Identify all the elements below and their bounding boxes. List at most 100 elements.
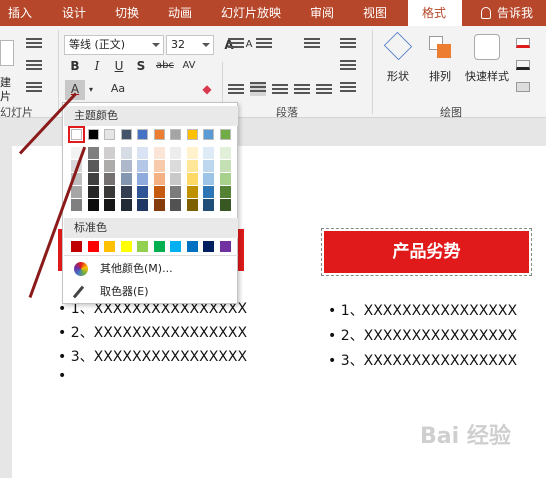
- theme-color-swatch[interactable]: [87, 129, 99, 140]
- theme-color-swatch[interactable]: [170, 129, 181, 140]
- theme-shade-swatch[interactable]: [219, 173, 231, 185]
- theme-shade-swatch[interactable]: [153, 199, 165, 211]
- theme-shade-swatch[interactable]: [203, 160, 214, 172]
- theme-shade-swatch[interactable]: [87, 186, 99, 198]
- standard-color-swatch[interactable]: [203, 241, 214, 252]
- theme-shade-swatch[interactable]: [186, 147, 198, 159]
- right-bullet-1[interactable]: • 1、XXXXXXXXXXXXXXXX: [328, 300, 517, 320]
- theme-color-swatch[interactable]: [137, 129, 148, 140]
- tab-view[interactable]: 视图: [363, 0, 387, 26]
- theme-shade-swatch[interactable]: [219, 160, 231, 172]
- right-bullet-2[interactable]: • 2、XXXXXXXXXXXXXXXX: [328, 325, 517, 345]
- theme-shade-swatch[interactable]: [186, 199, 198, 211]
- shape-fill-icon[interactable]: [516, 38, 530, 48]
- reset-icon[interactable]: [26, 60, 42, 74]
- eyedropper-item[interactable]: 取色器(E): [64, 281, 238, 303]
- font-size-combo[interactable]: 32: [166, 35, 214, 55]
- theme-shade-swatch[interactable]: [186, 173, 198, 185]
- smartart-icon[interactable]: [340, 82, 356, 96]
- theme-shade-swatch[interactable]: [87, 160, 99, 172]
- theme-color-swatch[interactable]: [153, 129, 165, 140]
- tab-animations[interactable]: 动画: [168, 0, 192, 26]
- underline-button[interactable]: U: [110, 57, 128, 75]
- shadow-button[interactable]: S: [132, 57, 150, 75]
- standard-color-swatch[interactable]: [71, 241, 82, 252]
- italic-button[interactable]: I: [88, 57, 106, 75]
- align-right-icon[interactable]: [272, 84, 288, 98]
- bold-button[interactable]: B: [66, 57, 84, 75]
- theme-color-swatch[interactable]: [104, 129, 115, 140]
- theme-shade-swatch[interactable]: [120, 147, 132, 159]
- left-bullet-2[interactable]: • 2、XXXXXXXXXXXXXXXX: [58, 322, 247, 342]
- font-name-combo[interactable]: 等线 (正文): [64, 35, 164, 55]
- theme-shade-swatch[interactable]: [104, 173, 115, 185]
- tab-format[interactable]: 格式: [408, 0, 462, 26]
- theme-shade-swatch[interactable]: [170, 173, 181, 185]
- theme-color-swatch[interactable]: [186, 129, 198, 140]
- theme-color-swatch[interactable]: [120, 129, 132, 140]
- theme-shade-swatch[interactable]: [104, 160, 115, 172]
- shapes-button[interactable]: 形状: [380, 31, 416, 84]
- left-bullet-4[interactable]: •: [58, 368, 66, 384]
- theme-color-swatch[interactable]: [68, 126, 85, 143]
- line-spacing-icon[interactable]: [304, 38, 320, 52]
- standard-color-swatch[interactable]: [186, 241, 198, 252]
- theme-shade-swatch[interactable]: [137, 186, 148, 198]
- tab-insert[interactable]: 插入: [8, 0, 32, 26]
- standard-color-swatch[interactable]: [170, 241, 181, 252]
- tab-transitions[interactable]: 切换: [115, 0, 139, 26]
- more-colors-item[interactable]: 其他颜色(M)...: [64, 258, 238, 280]
- theme-shade-swatch[interactable]: [186, 160, 198, 172]
- theme-shade-swatch[interactable]: [170, 147, 181, 159]
- theme-shade-swatch[interactable]: [170, 186, 181, 198]
- theme-shade-swatch[interactable]: [120, 173, 132, 185]
- theme-shade-swatch[interactable]: [153, 186, 165, 198]
- standard-color-swatch[interactable]: [87, 241, 99, 252]
- quick-styles-button[interactable]: 快速样式: [462, 34, 512, 84]
- text-direction-icon[interactable]: [340, 38, 356, 52]
- font-color-button[interactable]: A: [65, 80, 85, 100]
- tab-review[interactable]: 审阅: [310, 0, 334, 26]
- bullets-icon[interactable]: [228, 38, 244, 52]
- theme-shade-swatch[interactable]: [203, 199, 214, 211]
- font-color-dropdown[interactable]: ▾: [86, 81, 96, 99]
- right-bullet-3[interactable]: • 3、XXXXXXXXXXXXXXXX: [328, 350, 517, 370]
- char-spacing-button[interactable]: AV: [180, 57, 198, 75]
- tab-slideshow[interactable]: 幻灯片放映: [221, 0, 281, 26]
- theme-shade-swatch[interactable]: [71, 186, 82, 198]
- shape-effects-icon[interactable]: [516, 82, 530, 92]
- theme-shade-swatch[interactable]: [170, 199, 181, 211]
- standard-color-swatch[interactable]: [137, 241, 148, 252]
- theme-color-swatch[interactable]: [203, 129, 214, 140]
- theme-shade-swatch[interactable]: [219, 186, 231, 198]
- theme-shade-swatch[interactable]: [219, 147, 231, 159]
- left-bullet-3[interactable]: • 3、XXXXXXXXXXXXXXXX: [58, 346, 247, 366]
- theme-shade-swatch[interactable]: [104, 186, 115, 198]
- theme-shade-swatch[interactable]: [87, 199, 99, 211]
- theme-shade-swatch[interactable]: [137, 173, 148, 185]
- theme-shade-swatch[interactable]: [120, 186, 132, 198]
- standard-color-swatch[interactable]: [219, 241, 231, 252]
- columns-icon[interactable]: [316, 84, 332, 98]
- theme-shade-swatch[interactable]: [120, 160, 132, 172]
- shape-outline-icon[interactable]: [516, 60, 530, 70]
- new-slide-icon[interactable]: [0, 40, 14, 66]
- theme-color-swatch[interactable]: [219, 129, 231, 140]
- theme-shade-swatch[interactable]: [170, 160, 181, 172]
- standard-color-swatch[interactable]: [104, 241, 115, 252]
- clear-format-icon[interactable]: ◆: [198, 80, 216, 98]
- standard-color-swatch[interactable]: [153, 241, 165, 252]
- theme-shade-swatch[interactable]: [219, 199, 231, 211]
- theme-shade-swatch[interactable]: [203, 186, 214, 198]
- theme-shade-swatch[interactable]: [87, 147, 99, 159]
- strikethrough-button[interactable]: abc: [154, 57, 176, 75]
- theme-shade-swatch[interactable]: [120, 199, 132, 211]
- align-left-icon[interactable]: [228, 84, 244, 98]
- align-text-icon[interactable]: [340, 60, 356, 74]
- theme-shade-swatch[interactable]: [104, 147, 115, 159]
- theme-shade-swatch[interactable]: [153, 147, 165, 159]
- theme-shade-swatch[interactable]: [203, 173, 214, 185]
- theme-shade-swatch[interactable]: [137, 199, 148, 211]
- change-case-button[interactable]: Aa: [104, 80, 132, 98]
- theme-shade-swatch[interactable]: [87, 173, 99, 185]
